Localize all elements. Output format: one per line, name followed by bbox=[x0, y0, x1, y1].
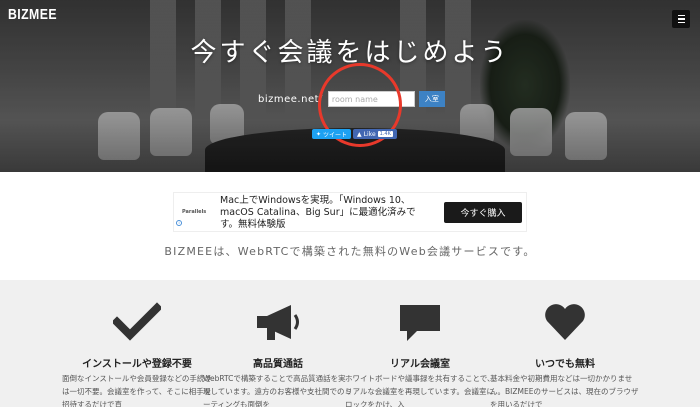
checkmark-icon bbox=[111, 302, 163, 346]
tweet-button[interactable]: ✦ ツイート bbox=[312, 129, 352, 139]
ad-brand-logo: Parallels bbox=[182, 209, 207, 215]
feature-desc: WebRTCで構築することで高品質通話を実現しています。遠方のお客様や支社間での… bbox=[203, 374, 353, 407]
logo[interactable]: BIZMEE bbox=[8, 6, 57, 23]
megaphone-icon bbox=[253, 302, 303, 346]
ad-text: Mac上でWindowsを実現。「Windows 10、macOS Catali… bbox=[220, 195, 416, 230]
feature-desc: 基本料金や初期費用などは一切かかりません。BIZMEEのサービスは、現在のブラウ… bbox=[490, 374, 639, 407]
features-section: インストールや登録不要 面倒なインストールや会員登録などの手続きは一切不要。会議… bbox=[0, 280, 700, 407]
room-url-prefix: bizmee.net/ bbox=[258, 93, 323, 105]
social-buttons: ✦ ツイート ▲ Like 1.4K bbox=[312, 129, 397, 139]
feature-title: リアル会議室 bbox=[390, 359, 450, 370]
heart-icon bbox=[543, 302, 587, 346]
like-label: Like bbox=[363, 130, 376, 138]
speech-bubble-icon bbox=[397, 302, 443, 348]
ad-info-icon[interactable]: i bbox=[176, 220, 182, 226]
feature-desc: ホワイトボードや議事録を共有することで、リアルな会議室を再現しています。会議室に… bbox=[345, 374, 495, 407]
feature-desc: 面倒なインストールや会員登録などの手続きは一切不要。会議室を作って、そこに相手を… bbox=[62, 374, 212, 407]
like-count: 1.4K bbox=[377, 131, 393, 137]
advertisement[interactable]: Parallels Mac上でWindowsを実現。「Windows 10、ma… bbox=[173, 192, 527, 232]
ad-buy-now-button[interactable]: 今すぐ購入 bbox=[444, 202, 522, 223]
facebook-like-button[interactable]: ▲ Like 1.4K bbox=[353, 129, 397, 139]
tagline: BIZMEEは、WebRTCで構築された無料のWeb会議サービスです。 bbox=[164, 245, 536, 258]
feature-title: インストールや登録不要 bbox=[82, 359, 192, 370]
enter-room-button[interactable]: 入室 bbox=[418, 91, 445, 107]
feature-title: いつでも無料 bbox=[535, 359, 595, 370]
twitter-icon: ✦ bbox=[316, 130, 322, 138]
feature-title: 高品質通話 bbox=[253, 359, 303, 370]
thumbs-up-icon: ▲ bbox=[357, 130, 362, 138]
hamburger-icon[interactable] bbox=[672, 10, 690, 28]
hero-section: BIZMEE 今すぐ会議をはじめよう bizmee.net/ 入室 ✦ ツイート… bbox=[0, 0, 700, 172]
tweet-label: ツイート bbox=[323, 131, 348, 139]
